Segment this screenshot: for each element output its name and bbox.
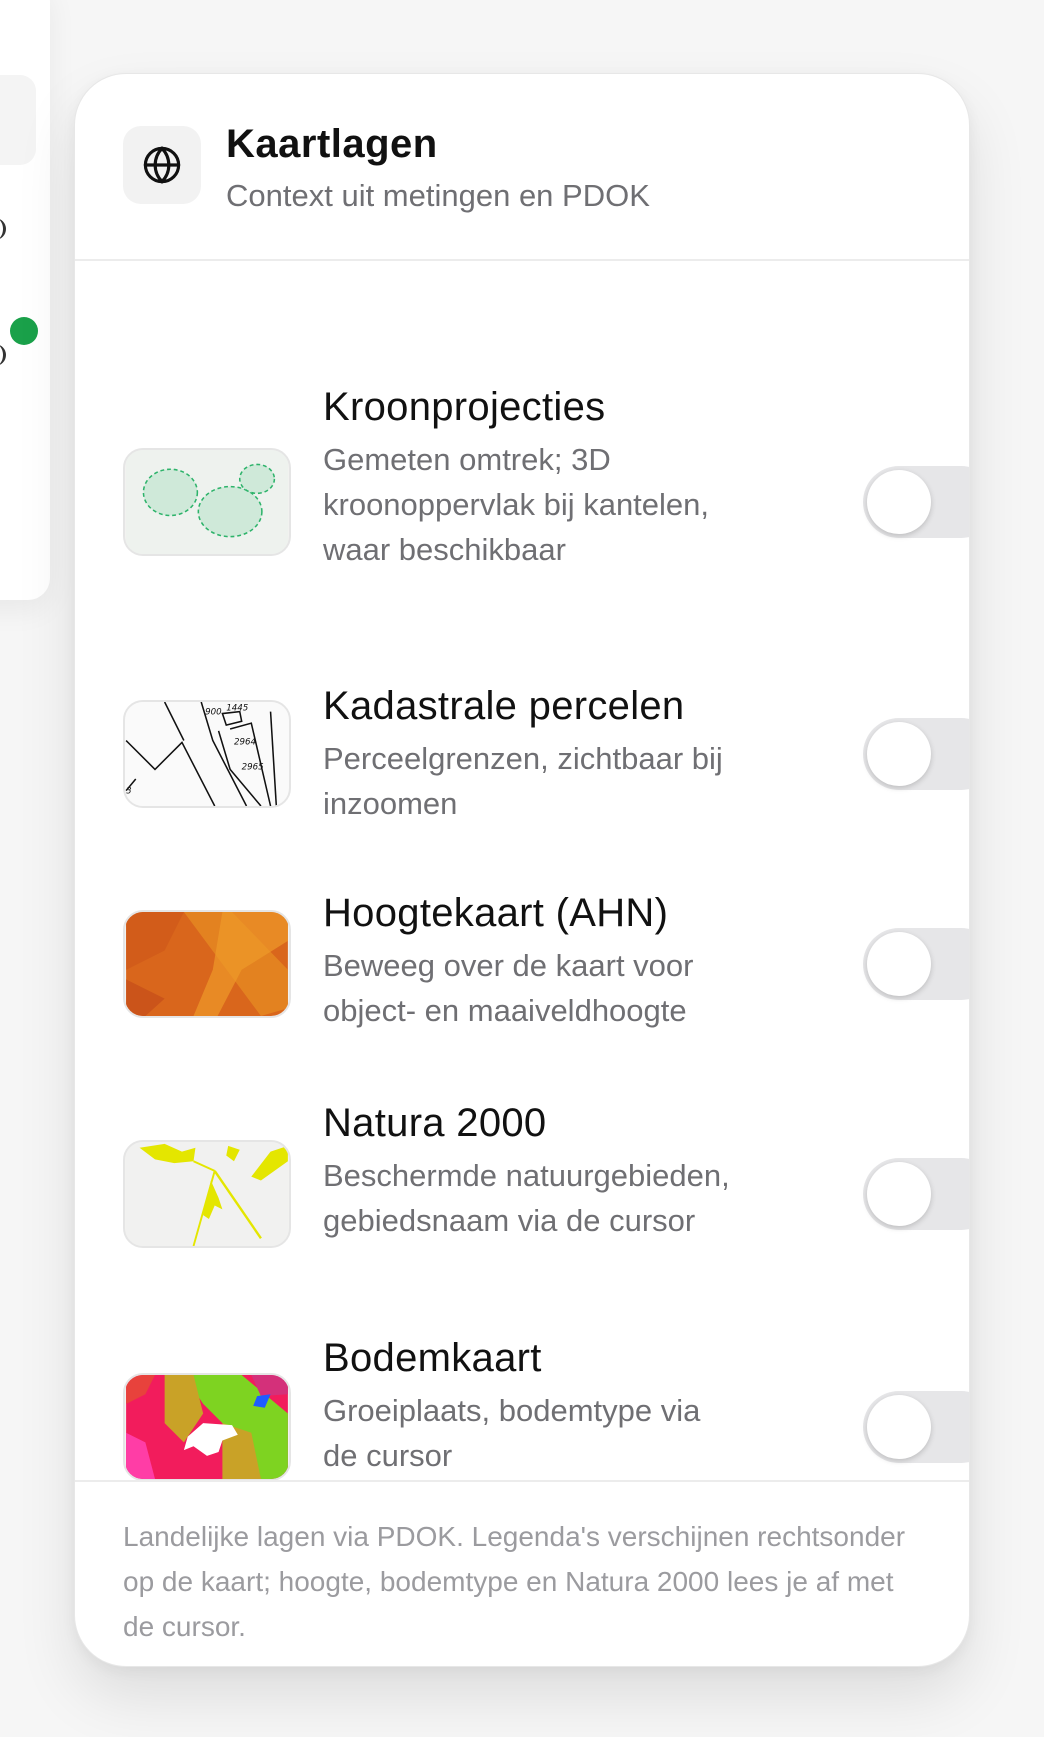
footer-note: Landelijke lagen via PDOK. Legenda's ver… <box>123 1521 906 1642</box>
toggle-knob <box>867 470 931 534</box>
rail-chevron-icon[interactable] <box>0 344 6 366</box>
rail-button[interactable] <box>0 75 36 165</box>
layer-title: Hoogtekaart (AHN) <box>323 891 669 935</box>
toggle-kadastrale-percelen[interactable] <box>863 718 969 790</box>
toggle-bodemkaart[interactable] <box>863 1391 969 1463</box>
layer-description: Groeiplaats, bodemtype via de cursor <box>323 1393 701 1473</box>
layer-description: Perceelgrenzen, zichtbaar bij inzoomen <box>323 741 723 821</box>
layer-description: Beweeg over de kaart voor object- en maa… <box>323 948 694 1028</box>
map-layers-panel: Kaartlagen Context uit metingen en PDOK … <box>74 73 970 1667</box>
layer-title: Bodemkaart <box>323 1336 542 1380</box>
status-dot <box>10 317 38 345</box>
toggle-knob <box>867 932 931 996</box>
parcel-label: 900 <box>205 708 222 718</box>
toggle-kroonprojecties[interactable] <box>863 466 969 538</box>
rail-chevron-icon[interactable] <box>0 218 6 240</box>
cadastral-thumbnail: 1445 900 2964 2965 3 <box>123 700 291 808</box>
toggle-knob <box>867 1162 931 1226</box>
toggle-knob <box>867 722 931 786</box>
panel-footer: Landelijke lagen via PDOK. Legenda's ver… <box>75 1480 969 1666</box>
side-rail <box>0 0 50 600</box>
parcel-label: 1445 <box>226 704 249 714</box>
layer-description: Gemeten omtrek; 3D kroonoppervlak bij ka… <box>323 442 710 567</box>
soil-map-thumbnail <box>123 1373 291 1481</box>
parcel-label: 2964 <box>234 737 256 747</box>
layer-title: Kroonprojecties <box>323 385 606 429</box>
panel-header: Kaartlagen Context uit metingen en PDOK <box>75 74 969 261</box>
globe-icon <box>123 126 201 204</box>
elevation-thumbnail <box>123 910 291 1018</box>
layer-description: Beschermde natuurgebieden, gebiedsnaam v… <box>323 1158 730 1238</box>
parcel-label: 3 <box>126 786 132 796</box>
layer-title: Natura 2000 <box>323 1101 547 1145</box>
panel-subtitle: Context uit metingen en PDOK <box>226 178 650 213</box>
panel-title: Kaartlagen <box>226 122 438 166</box>
layer-title: Kadastrale percelen <box>323 684 685 728</box>
toggle-knob <box>867 1395 931 1459</box>
natura2000-thumbnail <box>123 1140 291 1248</box>
crown-projection-thumbnail <box>123 448 291 556</box>
toggle-natura-2000[interactable] <box>863 1158 969 1230</box>
toggle-hoogtekaart[interactable] <box>863 928 969 1000</box>
parcel-label: 2965 <box>242 762 265 772</box>
